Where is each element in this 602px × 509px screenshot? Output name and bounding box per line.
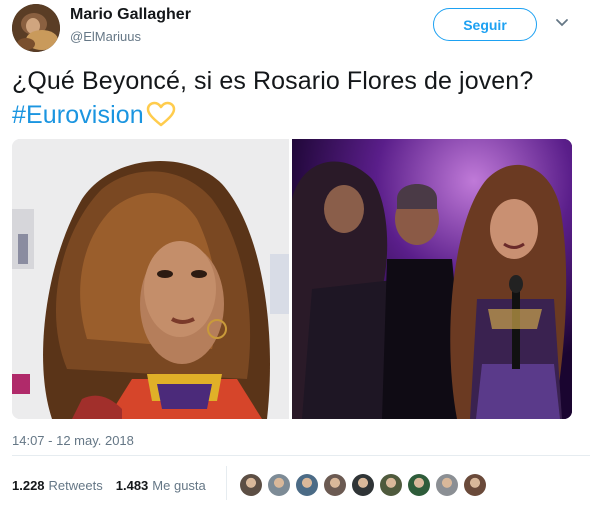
- hashtag-link[interactable]: #Eurovision: [12, 101, 144, 129]
- tweet-stats: 1.228 Retweets 1.483 Me gusta: [12, 478, 206, 493]
- follow-button[interactable]: Seguir: [433, 8, 537, 41]
- photo-eurovision-stage: [292, 139, 572, 419]
- tweet-text: ¿Qué Beyoncé, si es Rosario Flores de jo…: [12, 64, 587, 136]
- liker-avatar[interactable]: [352, 474, 374, 496]
- likes-stat[interactable]: 1.483 Me gusta: [116, 478, 206, 493]
- liker-avatar[interactable]: [436, 474, 458, 496]
- liker-avatar[interactable]: [296, 474, 318, 496]
- avatar[interactable]: [12, 4, 60, 52]
- liker-avatar[interactable]: [324, 474, 346, 496]
- likes-label: Me gusta: [152, 478, 206, 493]
- liker-avatar[interactable]: [380, 474, 402, 496]
- liker-avatar[interactable]: [464, 474, 486, 496]
- retweets-label: Retweets: [48, 478, 103, 493]
- photo-right[interactable]: [292, 139, 572, 419]
- photo-portrait-woman: [12, 139, 289, 419]
- liker-avatars: [240, 474, 492, 496]
- stats-separator: [226, 466, 227, 500]
- liker-avatar[interactable]: [240, 474, 262, 496]
- tweet-timestamp[interactable]: 14:07 - 12 may. 2018: [12, 433, 134, 448]
- chevron-down-icon[interactable]: [555, 17, 569, 29]
- author-handle[interactable]: @ElMariuus: [70, 29, 141, 44]
- tweet-text-body: ¿Qué Beyoncé, si es Rosario Flores de jo…: [12, 67, 534, 95]
- liker-avatar[interactable]: [268, 474, 290, 496]
- liker-avatar[interactable]: [408, 474, 430, 496]
- retweets-stat[interactable]: 1.228 Retweets: [12, 478, 103, 493]
- yellow-heart-icon: [146, 101, 176, 136]
- divider: [12, 455, 590, 456]
- avatar-image: [12, 4, 60, 52]
- retweets-count: 1.228: [12, 478, 45, 493]
- author-name[interactable]: Mario Gallagher: [70, 6, 191, 24]
- photo-left[interactable]: [12, 139, 289, 419]
- media-grid: [12, 139, 572, 419]
- likes-count: 1.483: [115, 478, 149, 493]
- tweet-card: Mario Gallagher @ElMariuus Seguir ¿Qué B…: [0, 0, 602, 509]
